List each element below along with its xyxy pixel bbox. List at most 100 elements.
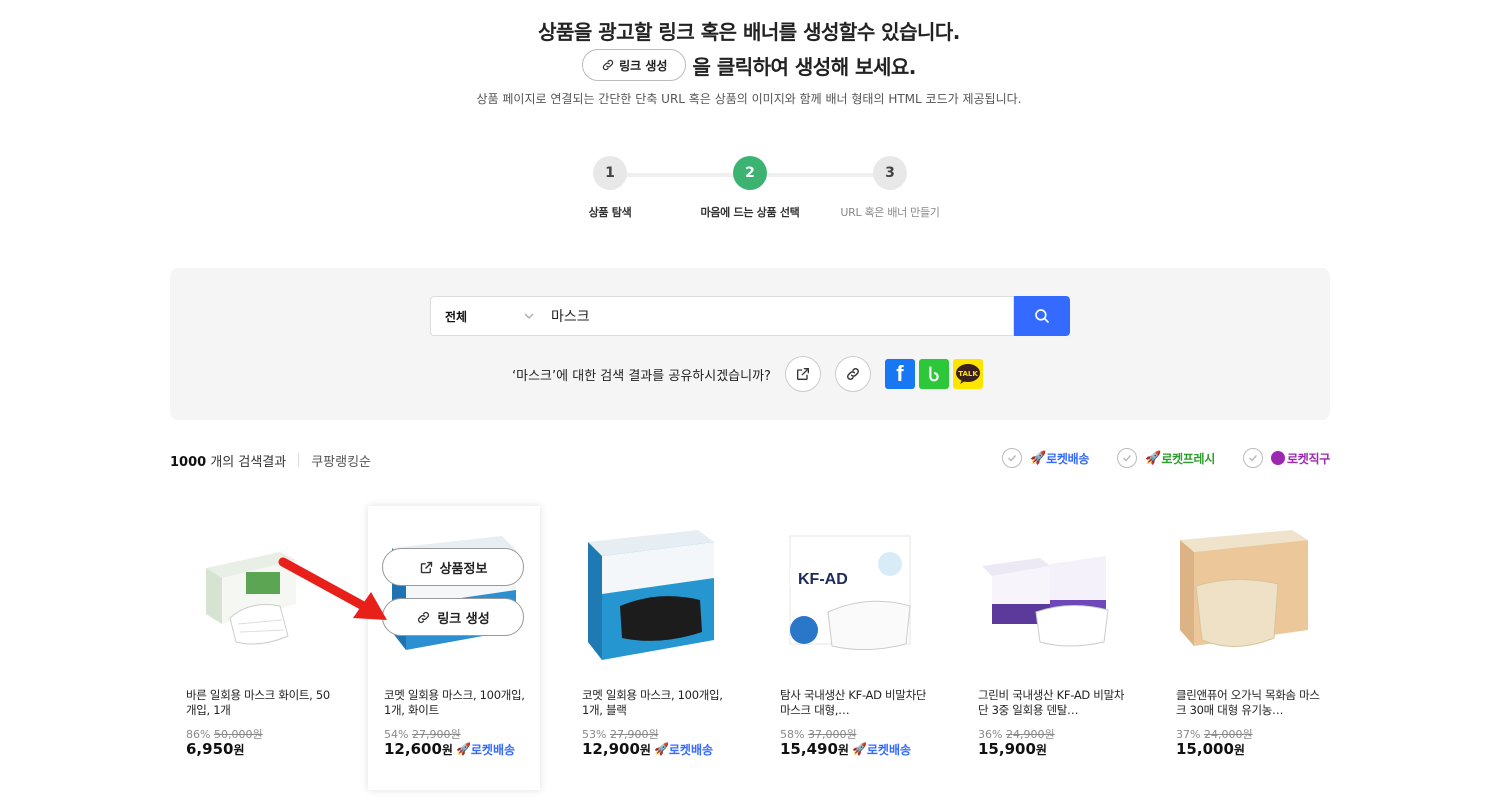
step-3-label: URL 혹은 배너 만들기	[840, 206, 940, 219]
price-unit: 원	[441, 742, 453, 757]
results-count: 1000 개의 검색결과	[170, 451, 286, 470]
product-price: 15,000	[1176, 740, 1234, 758]
kakaotalk-share-button[interactable]: TALK	[952, 359, 983, 389]
product-name[interactable]: 그린비 국내생산 KF-AD 비말차단 3중 일회용 덴탈…	[978, 688, 1128, 718]
product-image[interactable]	[1174, 520, 1318, 664]
price-unit: 원	[639, 742, 651, 757]
search-button[interactable]	[1014, 296, 1070, 336]
product-name[interactable]: 코멧 일회용 마스크, 100개입, 1개, 블랙	[582, 688, 732, 718]
product-name[interactable]: 탐사 국내생산 KF-AD 비말차단 마스크 대형,…	[780, 688, 930, 718]
product-image[interactable]: KF-AD	[778, 520, 922, 664]
product-card[interactable]: 코멧 일회용 마스크, 100개입, 1개, 블랙 53% 27,900원 12…	[566, 506, 738, 790]
product-card[interactable]: 바른 일회용 마스크 화이트, 50개입, 1개 86% 50,000원 6,9…	[170, 506, 342, 790]
product-price: 12,600	[384, 740, 442, 758]
rocket-icon: 🚀	[851, 742, 867, 756]
share-external-button[interactable]	[784, 356, 821, 392]
facebook-share-button[interactable]: f	[884, 359, 915, 389]
product-grid: 바른 일회용 마스크 화이트, 50개입, 1개 86% 50,000원 6,9…	[170, 506, 1330, 796]
product-price: 6,950	[186, 740, 234, 758]
step-3: 3 URL 혹은 배너 만들기	[820, 156, 960, 220]
svg-text:TALK: TALK	[958, 370, 978, 378]
check-icon	[1117, 448, 1138, 468]
product-card[interactable]: KF-AD 탐사 국내생산 KF-AD 비말차단 마스크 대형,… 58% 37…	[764, 506, 936, 790]
divider	[298, 453, 300, 467]
product-price: 12,900	[582, 740, 640, 758]
hero-title-suffix: 을 클릭하여 생성해 보세요.	[692, 54, 916, 79]
price-unit: 원	[837, 742, 849, 757]
hero-title-line2: 링크 생성 을 클릭하여 생성해 보세요.	[0, 48, 1498, 82]
hero-title: 상품을 광고할 링크 혹은 배너를 생성할수 있습니다.	[538, 20, 960, 44]
band-icon	[929, 366, 939, 382]
create-link-button[interactable]: 링크 생성	[382, 598, 524, 636]
price-unit: 원	[1035, 742, 1047, 757]
chevron-down-icon	[524, 313, 534, 319]
product-price: 15,490	[780, 740, 838, 758]
product-image[interactable]	[580, 520, 724, 664]
product-price-row: 15,490 원 🚀 로켓배송	[780, 740, 911, 758]
filter-rocket-delivery[interactable]: 🚀 로켓배송	[1001, 448, 1090, 468]
link-icon	[418, 611, 430, 623]
link-icon	[846, 368, 859, 380]
delivery-filters: 🚀 로켓배송 🚀 로켓프레시 로켓직구	[974, 448, 1330, 468]
product-price-row: 6,950 원	[186, 740, 245, 758]
step-1-circle: 1	[593, 156, 627, 190]
step-1-label: 상품 탐색	[588, 206, 632, 219]
product-info-label: 상품정보	[439, 561, 488, 577]
hero-section: 상품을 광고할 링크 혹은 배너를 생성할수 있습니다. 링크 생성 을 클릭하…	[0, 16, 1498, 107]
rocket-delivery-badge: 🚀 로켓배송	[851, 742, 912, 757]
category-select[interactable]: 전체	[430, 296, 545, 336]
product-image[interactable]	[382, 520, 526, 664]
external-link-icon	[420, 561, 432, 573]
step-2: 2 마음에 드는 상품 선택	[680, 156, 820, 220]
rocket-icon: 🚀	[1145, 450, 1162, 466]
product-price-row: 15,900 원	[978, 740, 1047, 758]
search-icon	[1035, 309, 1049, 323]
product-card[interactable]: 클린앤퓨어 오가닉 목화솜 마스크 30매 대형 유기농… 37% 24,000…	[1160, 506, 1332, 790]
price-unit: 원	[1233, 742, 1245, 757]
rocket-icon: 🚀	[1029, 450, 1047, 466]
filter-label: 로켓직구	[1287, 451, 1330, 466]
product-price-row: 15,000 원	[1176, 740, 1245, 758]
filter-rocket-global[interactable]: 로켓직구	[1243, 448, 1330, 468]
filter-label: 로켓프레시	[1161, 451, 1216, 466]
rocket-icon: 🚀	[455, 742, 471, 756]
product-price-row: 12,900 원 🚀 로켓배송	[582, 740, 713, 758]
hero-link-button[interactable]: 링크 생성	[582, 49, 687, 81]
product-image[interactable]	[976, 520, 1120, 664]
category-select-value: 전체	[445, 309, 468, 324]
hero-subtitle: 상품 페이지로 연결되는 간단한 단축 URL 혹은 상품의 이미지와 함께 배…	[476, 92, 1022, 106]
step-1: 1 상품 탐색	[540, 156, 680, 220]
search-panel: 전체 ‘마스크’에 대한 검색 결과를 공유하시겠습니까? f TALK	[170, 268, 1330, 420]
facebook-icon: f	[896, 361, 904, 386]
create-link-label: 링크 생성	[437, 611, 490, 627]
step-indicator: 1 상품 탐색 2 마음에 드는 상품 선택 3 URL 혹은 배너 만들기	[570, 156, 940, 226]
sort-option[interactable]: 쿠팡랭킹순	[311, 451, 371, 470]
check-icon	[1001, 448, 1022, 468]
product-name[interactable]: 바른 일회용 마스크 화이트, 50개입, 1개	[186, 688, 336, 718]
results-count-number: 1000	[170, 454, 207, 470]
product-price: 15,900	[978, 740, 1036, 758]
link-icon	[602, 59, 614, 71]
step-3-circle: 3	[873, 156, 907, 190]
globe-rocket-icon	[1271, 451, 1286, 465]
rocket-icon: 🚀	[653, 742, 669, 756]
step-2-label: 마음에 드는 상품 선택	[700, 206, 800, 219]
product-info-button[interactable]: 상품정보	[382, 548, 524, 586]
product-name[interactable]: 클린앤퓨어 오가닉 목화솜 마스크 30매 대형 유기농…	[1176, 688, 1326, 718]
annotation-arrow	[278, 557, 387, 620]
search-input[interactable]	[545, 296, 1014, 336]
share-row: ‘마스크’에 대한 검색 결과를 공유하시겠습니까? f TALK	[512, 356, 987, 392]
search-box: 전체	[430, 296, 1070, 336]
band-share-button[interactable]	[918, 359, 949, 389]
share-link-button[interactable]	[834, 356, 871, 392]
results-count-suffix: 개의 검색결과	[206, 454, 287, 470]
product-card-hovered[interactable]: 상품정보 링크 생성 코멧 일회용 마스크, 100개입, 1개, 화이트 54…	[368, 506, 540, 790]
step-2-circle: 2	[733, 156, 767, 190]
hero-link-button-label: 링크 생성	[619, 58, 668, 73]
filter-rocket-fresh[interactable]: 🚀 로켓프레시	[1117, 448, 1215, 468]
product-price-row: 12,600 원 🚀 로켓배송	[384, 740, 515, 758]
product-name[interactable]: 코멧 일회용 마스크, 100개입, 1개, 화이트	[384, 688, 534, 718]
svg-text:KF-AD: KF-AD	[798, 571, 848, 588]
filter-label: 로켓배송	[1046, 451, 1090, 466]
product-card[interactable]: 그린비 국내생산 KF-AD 비말차단 3중 일회용 덴탈… 36% 24,90…	[962, 506, 1134, 790]
